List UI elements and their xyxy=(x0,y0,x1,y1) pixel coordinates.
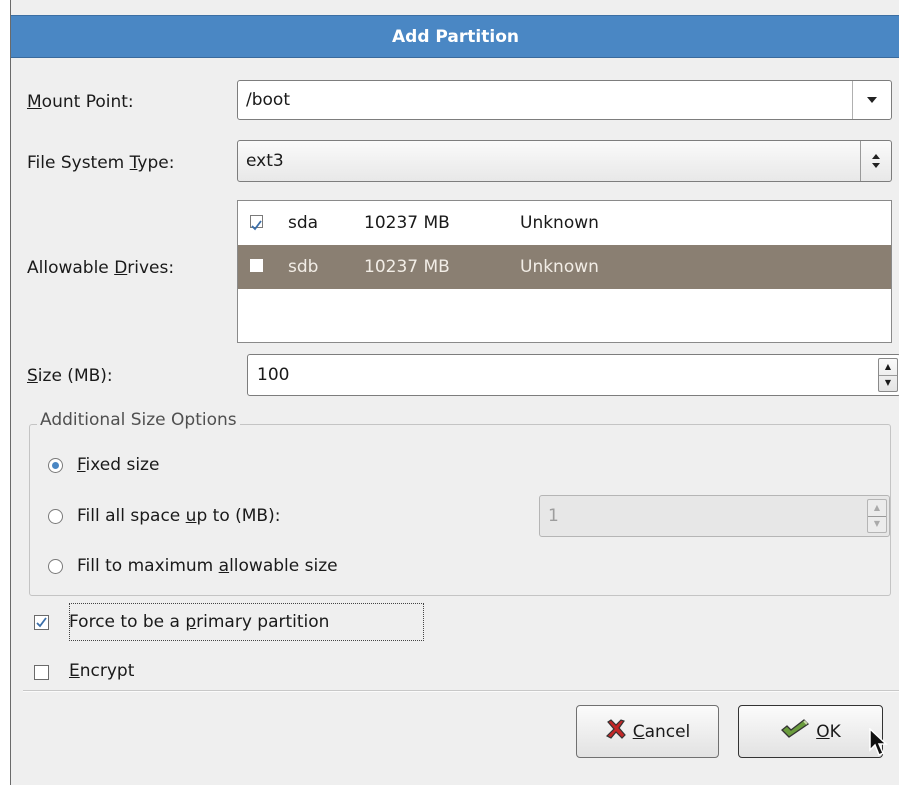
drive-model: Unknown xyxy=(520,213,599,233)
drives-list[interactable]: sda 10237 MB Unknown sdb 10237 MB Unknow… xyxy=(237,200,892,343)
updown-arrows-icon[interactable] xyxy=(860,141,891,181)
mount-point-combo[interactable]: /boot xyxy=(237,80,892,120)
spin-down-icon[interactable]: ▼ xyxy=(879,374,897,392)
dialog-title: Add Partition xyxy=(392,26,519,47)
add-partition-dialog: Add Partition Mount Point: /boot File Sy… xyxy=(10,0,899,785)
fill-upto-spinbox: 1 ▲ ▼ xyxy=(539,495,890,537)
arrow-cursor-icon xyxy=(869,727,889,763)
drive-checkbox[interactable] xyxy=(250,259,263,272)
dropdown-arrow-icon[interactable] xyxy=(852,81,891,119)
size-label: Size (MB): xyxy=(27,366,113,386)
size-spinbox[interactable]: 100 ▲ ▼ xyxy=(247,354,899,396)
size-value[interactable]: 100 xyxy=(257,355,289,395)
red-x-icon xyxy=(605,718,627,745)
fill-max-radio[interactable] xyxy=(48,559,63,574)
green-check-icon xyxy=(780,718,810,745)
drive-size: 10237 MB xyxy=(364,257,450,277)
drive-checkbox[interactable] xyxy=(250,215,263,231)
fs-type-label: File System Type: xyxy=(27,153,175,173)
fill-upto-label[interactable]: Fill all space up to (MB): xyxy=(77,506,280,526)
mount-point-label: Mount Point: xyxy=(27,92,134,112)
encrypt-checkbox[interactable] xyxy=(34,665,49,680)
fill-max-label[interactable]: Fill to maximum allowable size xyxy=(77,556,338,576)
drive-row[interactable]: sdb 10237 MB Unknown xyxy=(238,245,891,289)
spin-buttons: ▲ ▼ xyxy=(867,499,887,533)
ok-label: OK xyxy=(816,721,841,742)
dialog-titlebar: Add Partition xyxy=(11,15,899,58)
drive-name: sda xyxy=(288,213,319,233)
fill-upto-value: 1 xyxy=(548,506,559,526)
size-options-title: Additional Size Options xyxy=(37,410,240,430)
drive-model: Unknown xyxy=(520,257,599,277)
fs-type-select[interactable]: ext3 xyxy=(237,140,892,182)
separator xyxy=(23,690,899,692)
primary-partition-label[interactable]: Force to be a primary partition xyxy=(69,612,329,632)
drive-name: sdb xyxy=(288,257,319,277)
fill-upto-radio[interactable] xyxy=(48,509,63,524)
fs-type-value[interactable]: ext3 xyxy=(246,141,284,181)
drives-label: Allowable Drives: xyxy=(27,258,175,278)
encrypt-label[interactable]: Encrypt xyxy=(69,661,134,681)
drive-size: 10237 MB xyxy=(364,213,450,233)
fixed-size-radio[interactable] xyxy=(48,458,63,473)
cancel-label: Cancel xyxy=(632,721,691,742)
drive-row[interactable]: sda 10237 MB Unknown xyxy=(238,201,891,245)
spin-up-icon: ▲ xyxy=(873,502,881,512)
spin-up-icon[interactable]: ▲ xyxy=(879,359,897,375)
spin-buttons[interactable]: ▲ ▼ xyxy=(878,358,898,392)
fixed-size-label[interactable]: Fixed size xyxy=(77,455,159,475)
mount-point-value[interactable]: /boot xyxy=(246,81,290,119)
cancel-button[interactable]: Cancel xyxy=(576,705,719,758)
primary-partition-checkbox[interactable] xyxy=(34,615,49,630)
ok-button[interactable]: OK xyxy=(738,705,883,758)
spin-down-icon: ▼ xyxy=(868,515,886,533)
